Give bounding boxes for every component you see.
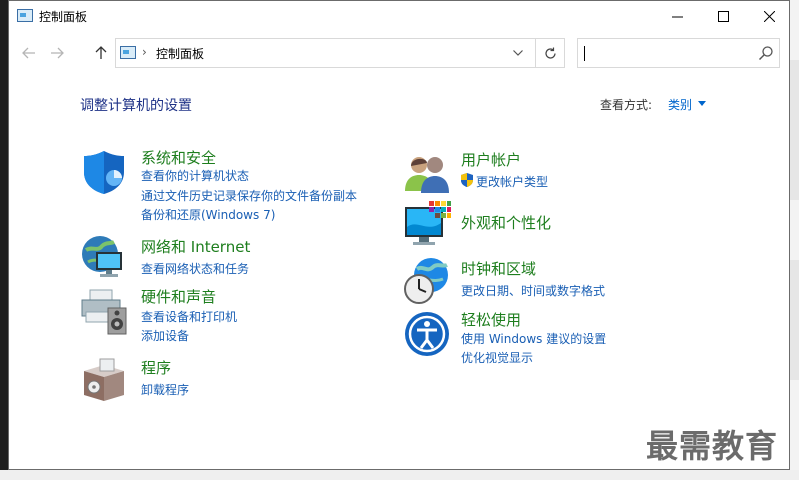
up-button[interactable] (90, 42, 112, 64)
refresh-icon (544, 47, 556, 59)
network-globe-icon[interactable] (80, 232, 128, 280)
view-by-label: 查看方式: (600, 98, 653, 112)
search-icon[interactable] (758, 45, 774, 61)
category-user-accounts[interactable]: 用户帐户 (461, 149, 521, 170)
back-button[interactable] (18, 42, 40, 64)
view-by-caret-icon[interactable] (698, 101, 706, 106)
desktop-background-bottom (0, 470, 799, 480)
control-panel-icon (120, 46, 136, 59)
search-input[interactable] (582, 43, 752, 63)
back-arrow-icon (22, 47, 35, 59)
control-panel-icon (17, 9, 33, 22)
link-add-device[interactable]: 添加设备 (141, 327, 189, 344)
minimize-button[interactable] (654, 1, 700, 32)
minimize-icon (671, 16, 683, 18)
ease-of-access-icon[interactable] (403, 310, 451, 358)
maximize-icon (717, 11, 729, 22)
breadcrumb-chevron-icon[interactable]: › (142, 45, 147, 59)
category-hardware-sound[interactable]: 硬件和声音 (141, 286, 216, 307)
category-ease-of-access[interactable]: 轻松使用 (461, 309, 521, 330)
link-devices-printers[interactable]: 查看设备和打印机 (141, 308, 237, 325)
link-network-status[interactable]: 查看网络状态和任务 (141, 260, 249, 277)
link-uninstall-program[interactable]: 卸载程序 (141, 381, 189, 398)
refresh-button[interactable] (540, 43, 560, 63)
control-panel-window: 控制面板 › 控制面板 调整计算机的设置 查看方式: 类别 系统和安全 查看你的… (8, 0, 790, 470)
chevron-down-icon (513, 50, 523, 56)
link-optimize-visual-display[interactable]: 优化视觉显示 (461, 349, 533, 366)
category-appearance-personalization[interactable]: 外观和个性化 (461, 212, 551, 233)
link-view-computer-status[interactable]: 查看你的计算机状态 (141, 167, 249, 184)
forward-button[interactable] (46, 42, 68, 64)
desktop-background-right (790, 0, 799, 480)
category-network-internet[interactable]: 网络和 Internet (141, 236, 250, 257)
search-box[interactable] (577, 38, 780, 68)
link-file-history-backup[interactable]: 通过文件历史记录保存你的文件备份副本 (141, 187, 357, 204)
clock-globe-icon[interactable] (403, 257, 451, 305)
breadcrumb-control-panel[interactable]: 控制面板 (156, 45, 204, 62)
up-arrow-icon (95, 46, 107, 59)
watermark-text: 最需教育 (646, 427, 779, 465)
shield-icon[interactable] (80, 148, 128, 196)
link-windows-recommended-settings[interactable]: 使用 Windows 建议的设置 (461, 330, 606, 347)
close-icon (763, 11, 775, 22)
link-backup-restore[interactable]: 备份和还原(Windows 7) (141, 206, 275, 223)
monitor-palette-icon[interactable] (403, 201, 451, 249)
view-by-dropdown[interactable]: 类别 (668, 96, 692, 113)
address-bar[interactable]: › 控制面板 (115, 38, 565, 68)
navigation-bar: › 控制面板 (9, 37, 789, 69)
close-button[interactable] (746, 1, 789, 32)
users-icon[interactable] (403, 149, 451, 197)
link-change-date-time-format[interactable]: 更改日期、时间或数字格式 (461, 282, 605, 299)
window-title: 控制面板 (39, 10, 88, 24)
programs-box-icon[interactable] (80, 355, 128, 403)
link-change-account-type[interactable]: 更改帐户类型 (476, 173, 548, 190)
printer-speaker-icon[interactable] (80, 288, 128, 336)
category-programs[interactable]: 程序 (141, 357, 171, 378)
title-bar: 控制面板 (9, 1, 789, 32)
maximize-button[interactable] (700, 1, 746, 32)
page-title: 调整计算机的设置 (80, 98, 192, 114)
category-clock-region[interactable]: 时钟和区域 (461, 258, 536, 279)
address-history-dropdown[interactable] (508, 44, 528, 62)
category-system-security[interactable]: 系统和安全 (141, 147, 216, 168)
uac-shield-icon (461, 173, 473, 187)
address-divider (535, 39, 536, 67)
forward-arrow-icon (51, 47, 64, 59)
